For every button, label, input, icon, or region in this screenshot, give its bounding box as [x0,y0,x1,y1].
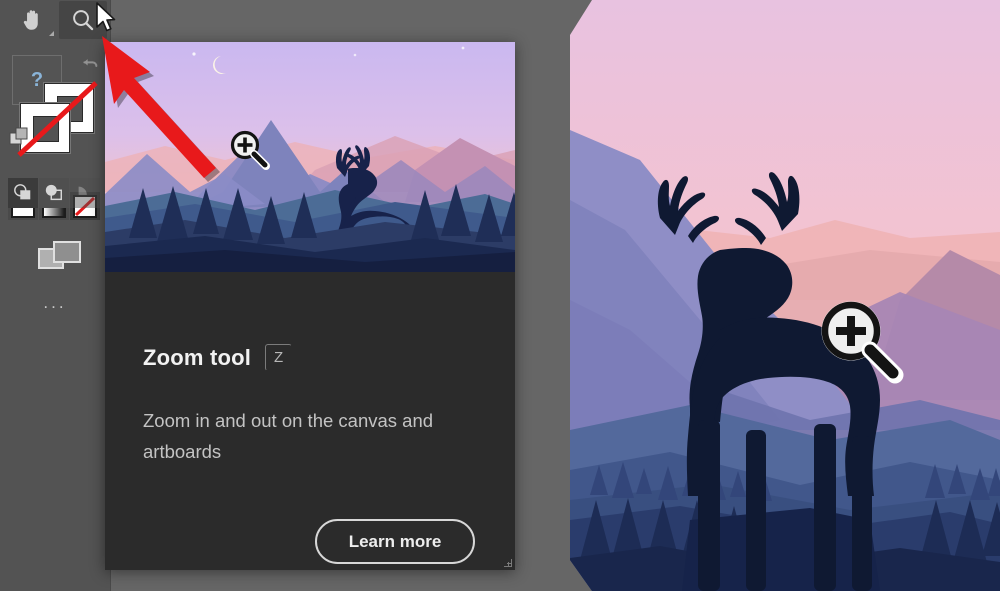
swap-arrow-icon[interactable] [78,55,100,77]
page-title: Zoom tool [143,344,252,370]
color-controls-section: ? [0,41,110,187]
tool-hint-title-row: Zoom tool Z [143,344,293,371]
resize-grip[interactable] [504,559,512,567]
magnifier-icon [73,10,94,31]
canvas-artwork [570,0,1000,591]
tools-panel: ? ... [0,0,111,591]
help-label: ? [30,68,44,91]
hand-tool-flyout-triangle [49,31,54,36]
draw-normal-button[interactable] [8,178,38,208]
tool-hint-body: Zoom tool Z Zoom in and out on the canva… [105,272,515,570]
toolbar-overflow-section: ... [0,286,110,321]
default-fill-stroke-icon[interactable] [8,125,32,149]
edit-toolbar-button[interactable]: ... [0,294,110,311]
learn-more-button[interactable]: Learn more [315,519,475,564]
draw-normal-icon [14,184,31,200]
draw-behind-icon [45,184,62,201]
fill-swatch-inner [33,116,59,142]
tool-hint-description: Zoom in and out on the canvas and artboa… [143,410,434,462]
hand-icon [23,10,38,30]
artboard-canvas[interactable] [570,0,1000,591]
hand-tool[interactable] [9,1,57,39]
draw-inside-icon [78,186,87,195]
illustrator-window: ? ... Zoom tool Z Zoom in and out on the… [0,0,1000,591]
draw-mode-row [8,178,100,208]
zoom-tool-preview-illustration [105,42,515,272]
tools-panel-empty-area [0,320,110,591]
screen-mode-icon[interactable] [38,239,82,273]
zoom-tool[interactable] [59,1,107,39]
tools-row-top [0,0,110,42]
draw-mode-and-screen-section [0,178,110,287]
keyboard-shortcut-badge: Z [265,344,293,371]
draw-behind-button[interactable] [39,178,69,208]
draw-inside-button[interactable] [70,178,100,208]
tool-hint-popover[interactable]: Zoom tool Z Zoom in and out on the canva… [105,42,515,570]
